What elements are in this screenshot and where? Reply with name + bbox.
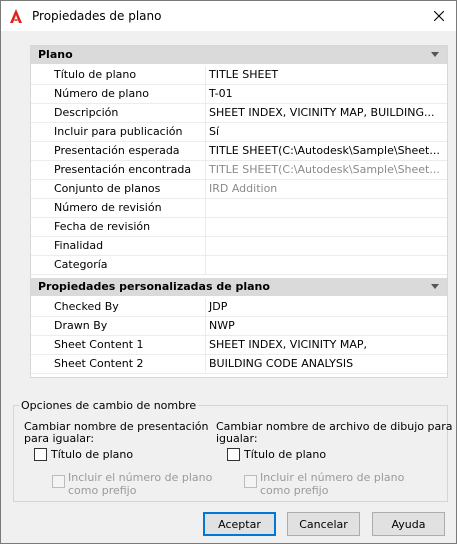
property-label: Título de plano (54, 68, 137, 81)
file-prefix-checkbox (244, 475, 257, 488)
dialog-title: Propiedades de plano (32, 9, 162, 23)
property-value[interactable]: T-01 (209, 87, 233, 100)
property-row: Conjunto de planos IRD Addition (31, 180, 447, 199)
property-row[interactable]: Fecha de revisión (31, 218, 447, 237)
section-title: Propiedades personalizadas de plano (38, 280, 270, 293)
layout-title-checkbox[interactable] (34, 448, 47, 461)
property-row[interactable]: Presentación esperada TITLE SHEET(C:\Auto… (31, 142, 447, 161)
property-row[interactable]: Categoría (31, 256, 447, 275)
close-button[interactable] (422, 1, 456, 31)
layout-prefix-label-2: como prefijo (68, 484, 137, 497)
property-value[interactable]: SHEET INDEX, VICINITY MAP, (209, 338, 367, 351)
property-label: Drawn By (54, 319, 108, 332)
property-row[interactable]: Número de plano T-01 (31, 85, 447, 104)
property-label: Checked By (54, 300, 119, 313)
property-value[interactable]: TITLE SHEET (209, 68, 278, 81)
property-label: Número de plano (54, 87, 149, 100)
property-label: Incluir para publicación (54, 125, 183, 138)
property-label: Número de revisión (54, 201, 162, 214)
section-title: Plano (38, 48, 73, 61)
help-button[interactable]: Ayuda (372, 512, 445, 536)
property-row[interactable]: Número de revisión (31, 199, 447, 218)
property-row[interactable]: Título de plano TITLE SHEET (31, 66, 447, 85)
property-row[interactable]: Descripción SHEET INDEX, VICINITY MAP, BU… (31, 104, 447, 123)
section-header-custom-properties[interactable]: Propiedades personalizadas de plano (31, 278, 447, 296)
property-value[interactable]: JDP (209, 300, 227, 313)
property-label: Fecha de revisión (54, 220, 151, 233)
section-header-sheet[interactable]: Plano (31, 46, 447, 64)
layout-rename-heading-2: para igualar: (24, 432, 95, 445)
property-value[interactable]: NWP (209, 319, 235, 332)
property-label: Sheet Content 1 (54, 338, 144, 351)
layout-prefix-checkbox (52, 475, 65, 488)
chevron-down-icon[interactable] (431, 284, 439, 289)
property-label: Finalidad (54, 239, 104, 252)
property-value[interactable]: BUILDING CODE ANALYSIS (209, 357, 353, 370)
accept-button[interactable]: Aceptar (203, 512, 276, 536)
property-row[interactable]: Sheet Content 1 SHEET INDEX, VICINITY MAP… (31, 336, 447, 355)
property-value[interactable]: TITLE SHEET(C:\Autodesk\Sample\Sheet... (209, 144, 440, 157)
autocad-logo-icon (10, 9, 22, 23)
property-label: Descripción (54, 106, 119, 119)
property-row[interactable]: Incluir para publicación Sí (31, 123, 447, 142)
property-label: Conjunto de planos (54, 182, 161, 195)
property-value[interactable]: Sí (209, 125, 219, 138)
cancel-button[interactable]: Cancelar (287, 512, 360, 536)
title-bar: Propiedades de plano (1, 1, 456, 31)
property-row[interactable]: Sheet Content 2 BUILDING CODE ANALYSIS (31, 355, 447, 374)
property-grid: Plano Título de plano TITLE SHEET Número … (30, 45, 448, 378)
file-prefix-label: Incluir el número de plano (260, 471, 405, 484)
property-label: Categoría (54, 258, 108, 271)
property-row[interactable]: Finalidad (31, 237, 447, 256)
file-title-checkbox[interactable] (227, 448, 240, 461)
property-row[interactable]: Drawn By NWP (31, 317, 447, 336)
layout-title-checkbox-label[interactable]: Título de plano (51, 448, 133, 461)
file-prefix-label-2: como prefijo (260, 484, 329, 497)
property-label: Presentación esperada (54, 144, 180, 157)
file-title-checkbox-label[interactable]: Título de plano (244, 448, 326, 461)
property-row: Presentación encontrada TITLE SHEET(C:\Au… (31, 161, 447, 180)
property-value[interactable]: SHEET INDEX, VICINITY MAP, BUILDING... (209, 106, 434, 119)
property-label: Presentación encontrada (54, 163, 192, 176)
property-value: TITLE SHEET(C:\Autodesk\Sample\Sheet... (209, 163, 440, 176)
property-value: IRD Addition (209, 182, 278, 195)
chevron-down-icon[interactable] (431, 52, 439, 57)
dialog-window: Propiedades de plano Plano Título de pla… (0, 0, 457, 544)
layout-prefix-label: Incluir el número de plano (68, 471, 213, 484)
rename-options-legend: Opciones de cambio de nombre (19, 399, 199, 412)
property-label: Sheet Content 2 (54, 357, 144, 370)
property-row[interactable]: Checked By JDP (31, 298, 447, 317)
file-rename-heading-2: igualar: (216, 432, 258, 445)
close-icon (434, 11, 444, 21)
